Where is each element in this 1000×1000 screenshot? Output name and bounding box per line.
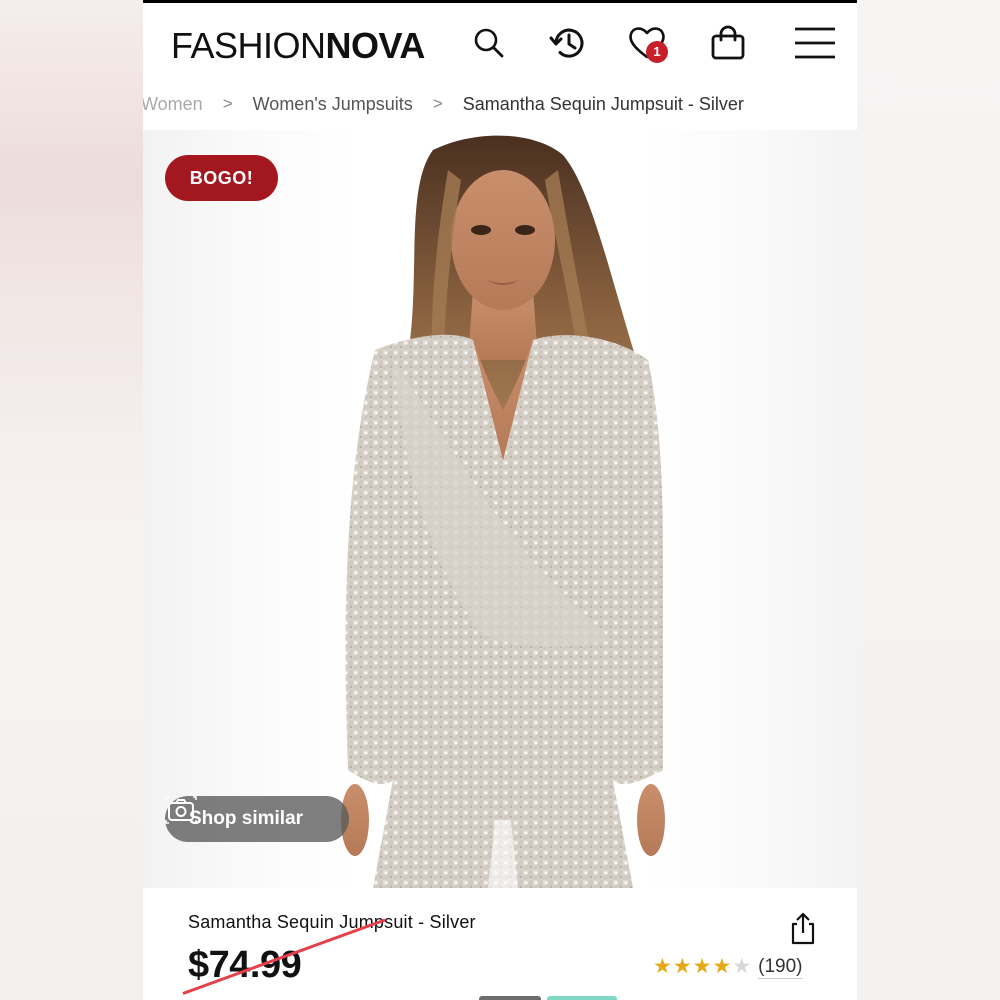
- star-filled-icon: ★: [712, 955, 733, 978]
- logo-bold-text: NOVA: [325, 25, 426, 66]
- history-icon[interactable]: [547, 21, 591, 65]
- breadcrumb-separator: >: [432, 94, 443, 113]
- product-name: Samantha Sequin Jumpsuit - Silver: [188, 912, 476, 932]
- brand-logo[interactable]: FASHIONNOVA: [171, 26, 425, 66]
- background-left: [0, 0, 143, 1000]
- product-price: $74.99: [188, 944, 302, 986]
- share-icon[interactable]: [788, 912, 818, 946]
- star-empty-icon: ★: [732, 955, 753, 978]
- model-photo: [341, 135, 665, 888]
- phone-screen: FASHIONNOVA 1 Women > Women's Jumpsuits …: [143, 0, 857, 1000]
- color-swatch[interactable]: [547, 996, 617, 1000]
- breadcrumb-item-women[interactable]: Women: [143, 94, 203, 115]
- bogo-promo-badge: BOGO!: [165, 155, 278, 201]
- breadcrumb-item-womens-jumpsuits[interactable]: Women's Jumpsuits: [253, 94, 413, 115]
- breadcrumb-separator: >: [222, 94, 233, 113]
- star-filled-icon: ★: [692, 955, 713, 978]
- rating-stars: ★★★★★: [653, 954, 752, 979]
- star-filled-icon: ★: [653, 955, 673, 978]
- shop-similar-label: Shop similar: [189, 808, 304, 829]
- review-count[interactable]: (190): [758, 956, 802, 978]
- logo-light-text: FASHION: [171, 25, 326, 66]
- product-rating[interactable]: ★★★★★ (190): [653, 954, 803, 979]
- star-filled-icon: ★: [672, 955, 693, 978]
- site-header: FASHIONNOVA 1: [143, 3, 857, 83]
- shopping-bag-icon[interactable]: [706, 21, 750, 65]
- background-right: [857, 0, 1000, 1000]
- menu-icon[interactable]: [793, 21, 837, 65]
- shop-similar-button[interactable]: Shop similar: [165, 796, 349, 842]
- breadcrumb: Women > Women's Jumpsuits > Samantha Seq…: [143, 86, 857, 122]
- wishlist-count-badge: 1: [646, 41, 668, 63]
- color-swatch[interactable]: [479, 996, 541, 1000]
- search-icon[interactable]: [467, 21, 511, 65]
- wishlist-heart-icon[interactable]: 1: [625, 21, 669, 65]
- product-image[interactable]: BOGO! Shop similar: [143, 130, 857, 888]
- product-info: Samantha Sequin Jumpsuit - Silver $74.99…: [143, 888, 857, 1000]
- breadcrumb-item-current: Samantha Sequin Jumpsuit - Silver: [462, 93, 744, 114]
